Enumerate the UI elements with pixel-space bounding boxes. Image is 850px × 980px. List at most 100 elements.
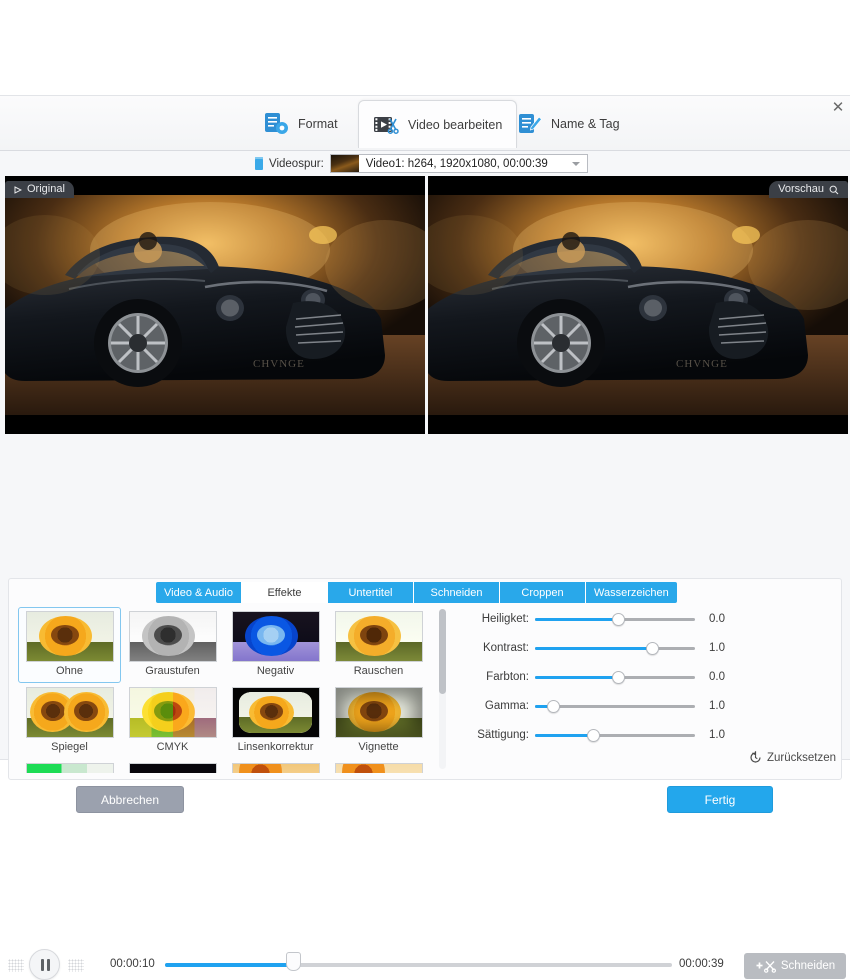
adjustment-sliders: Heiligket: 0.0 Kontrast: 1.0 Farbton: 0.… (464, 609, 836, 771)
preview-area: Original Vorschau CHVNGE CHVNGE (0, 176, 850, 521)
slider-handle[interactable] (645, 642, 659, 655)
tab-name-tag[interactable]: Name & Tag (503, 100, 634, 148)
play-pause-button[interactable] (29, 949, 60, 980)
slider-row-saettigung: Sättigung: 1.0 (464, 727, 834, 745)
slider-fill (535, 734, 593, 737)
slider-row-kontrast: Kontrast: 1.0 (464, 640, 834, 658)
slider-fill (535, 647, 652, 650)
slider-handle[interactable] (612, 671, 626, 684)
effect-row3-2[interactable] (121, 759, 224, 773)
slider-row-farbton: Farbton: 0.0 (464, 669, 834, 687)
effect-row3-1[interactable] (18, 759, 121, 773)
tab-video-bearbeiten[interactable]: Video bearbeiten (358, 100, 518, 148)
play-triangle-icon (14, 185, 22, 194)
plus-scissors-icon (756, 961, 776, 973)
effects-grid: Ohne Graustufen Negativ Rauschen Spiegel… (18, 607, 433, 773)
close-icon[interactable]: ✕ (829, 99, 847, 117)
preview-video-frame: CHVNGE (428, 195, 848, 415)
effect-row3-3[interactable] (224, 759, 327, 773)
slider-fill (535, 618, 619, 621)
total-time-label: 00:00:39 (679, 958, 724, 970)
edit-panel: Video & Audio Effekte Untertitel Schneid… (8, 578, 842, 780)
chevron-down-icon[interactable] (571, 162, 580, 166)
preview-vorschau[interactable]: CHVNGE (428, 176, 848, 434)
slider-track[interactable] (535, 700, 695, 713)
effect-thumbnail (231, 687, 320, 738)
transport-controls: 00:00:10 00:00:39 Schneiden (0, 521, 850, 980)
preview-original[interactable]: CHVNGE (5, 176, 425, 434)
slider-track[interactable] (535, 613, 695, 626)
slider-track[interactable] (535, 729, 695, 742)
original-tab[interactable]: Original (5, 181, 74, 198)
original-video-frame: CHVNGE (5, 195, 425, 415)
effect-graustufen[interactable]: Graustufen (121, 607, 224, 683)
subtab-untertitel[interactable]: Untertitel (328, 582, 414, 603)
seek-handle[interactable] (285, 952, 301, 971)
effect-thumbnail (25, 611, 114, 662)
effect-label: Negativ (256, 665, 295, 677)
subtab-croppen[interactable]: Croppen (500, 582, 586, 603)
effect-linsenkorrektur[interactable]: Linsenkorrektur (224, 683, 327, 759)
slider-handle[interactable] (546, 700, 560, 713)
tab-name-tag-label: Name & Tag (551, 117, 620, 131)
vorschau-tab[interactable]: Vorschau (769, 181, 848, 198)
effect-thumbnail (128, 763, 217, 773)
next-frame-button[interactable] (68, 959, 84, 972)
prev-frame-button[interactable] (8, 959, 24, 972)
effect-negativ[interactable]: Negativ (224, 607, 327, 683)
current-time-label: 00:00:10 (110, 958, 155, 970)
subtab-video-audio[interactable]: Video & Audio (156, 582, 242, 603)
video-track-select[interactable]: Video1: h264, 1920x1080, 00:00:39 (329, 154, 588, 173)
effect-rauschen[interactable]: Rauschen (327, 607, 430, 683)
document-pencil-icon (517, 112, 543, 136)
slider-label: Farbton: (486, 671, 529, 683)
schneiden-label: Schneiden (780, 960, 836, 972)
effect-thumbnail (128, 611, 217, 662)
abbrechen-button[interactable]: Abbrechen (76, 786, 184, 813)
seek-fill (165, 963, 293, 967)
effect-spiegel[interactable]: Spiegel (18, 683, 121, 759)
effect-thumbnail (25, 687, 114, 738)
subtab-schneiden[interactable]: Schneiden (414, 582, 500, 603)
effect-ohne[interactable]: Ohne (18, 607, 121, 683)
slider-value: 1.0 (709, 700, 725, 712)
vorschau-tab-label: Vorschau (778, 183, 824, 195)
video-track-value: Video1: h264, 1920x1080, 00:00:39 (365, 157, 548, 170)
effect-thumbnail (25, 763, 114, 773)
document-gear-icon (264, 112, 290, 136)
fertig-button[interactable]: Fertig (667, 786, 773, 813)
zuruecksetzen-button[interactable]: Zurücksetzen (749, 751, 836, 764)
effects-scrollbar[interactable] (439, 609, 446, 769)
tab-video-bearbeiten-label: Video bearbeiten (408, 117, 503, 132)
magnifier-icon (829, 185, 839, 194)
slider-track[interactable] (535, 642, 695, 655)
effect-thumbnail (334, 611, 423, 662)
slider-track[interactable] (535, 671, 695, 684)
effect-row3-4[interactable] (327, 759, 430, 773)
subtab-wasserzeichen[interactable]: Wasserzeichen (586, 582, 677, 603)
effects-list: Ohne Graustufen Negativ Rauschen Spiegel… (18, 607, 448, 773)
subtab-effekte[interactable]: Effekte (242, 582, 328, 603)
effect-thumbnail (334, 687, 423, 738)
undo-clock-icon (750, 751, 761, 763)
slider-value: 1.0 (709, 642, 725, 654)
original-tab-label: Original (27, 183, 65, 195)
slider-handle[interactable] (612, 613, 626, 626)
schneiden-button[interactable]: Schneiden (744, 953, 846, 979)
slider-row-gamma: Gamma: 1.0 (464, 698, 834, 716)
effect-label: Spiegel (51, 741, 88, 753)
slider-label: Sättigung: (477, 729, 529, 741)
effect-thumbnail (334, 763, 423, 773)
tab-format-label: Format (298, 117, 338, 131)
effect-thumbnail (231, 763, 320, 773)
effect-label: Ohne (56, 665, 83, 677)
effects-scrollbar-thumb[interactable] (439, 609, 446, 694)
dialog-footer: Abbrechen Fertig (0, 786, 850, 846)
tab-format[interactable]: Format (250, 100, 352, 148)
seek-bar[interactable] (165, 952, 672, 971)
effect-cmyk[interactable]: CMYK (121, 683, 224, 759)
effect-vignette[interactable]: Vignette (327, 683, 430, 759)
effect-label: CMYK (156, 741, 189, 753)
main-tabstrip: ✕ Format Video bearbeiten Name & Tag (0, 96, 850, 151)
slider-handle[interactable] (586, 729, 600, 742)
